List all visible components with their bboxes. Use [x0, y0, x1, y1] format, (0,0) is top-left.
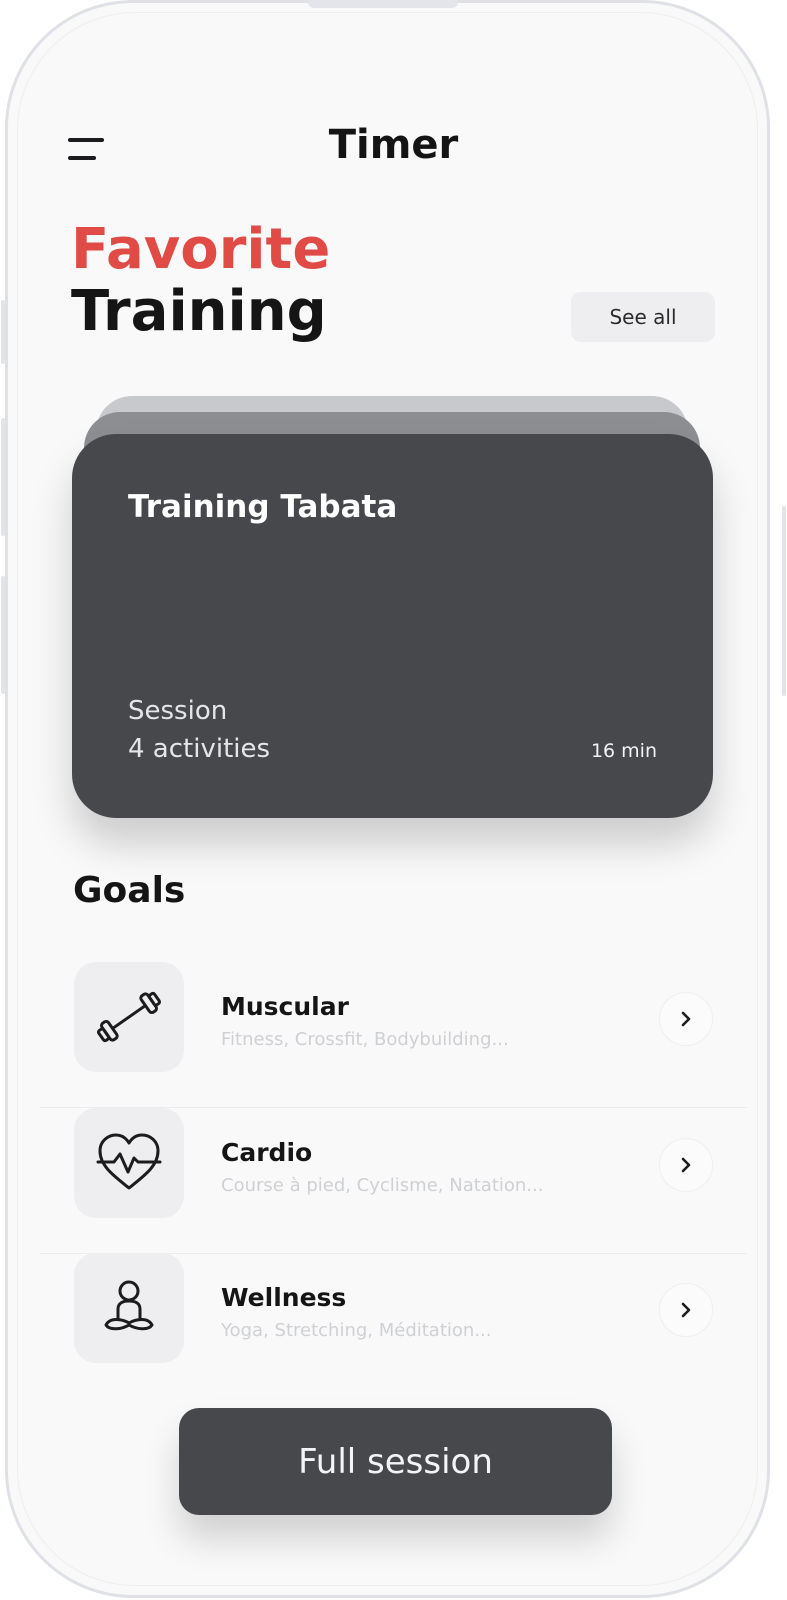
- meditation-icon: [104, 1280, 154, 1331]
- chevron-right-icon: [681, 1157, 691, 1173]
- goal-chevron-button[interactable]: [659, 1138, 713, 1192]
- goal-name: Cardio: [221, 1138, 313, 1167]
- volume-down-button: [1, 418, 5, 536]
- favorite-heading-main: Training: [71, 279, 327, 344]
- goal-name: Wellness: [221, 1283, 347, 1312]
- page-title: Timer: [328, 122, 459, 168]
- full-session-button[interactable]: Full session: [179, 1408, 612, 1515]
- card-title: Training Tabata: [128, 489, 398, 525]
- phone-screen: Timer Favorite Training See all Training…: [0, 0, 787, 1600]
- goal-item-muscular[interactable]: Muscular Fitness, Crossfit, Bodybuilding…: [40, 962, 747, 1108]
- chevron-right-icon: [681, 1011, 691, 1027]
- goal-item-cardio[interactable]: Cardio Course à pied, Cyclisme, Natation…: [40, 1108, 747, 1254]
- goal-icon-box: [74, 962, 184, 1072]
- goal-item-wellness[interactable]: Wellness Yoga, Stretching, Méditation...: [40, 1253, 747, 1399]
- goal-icon-box: [74, 1108, 184, 1218]
- goals-title: Goals: [73, 870, 186, 911]
- favorite-training-card[interactable]: Training Tabata Session 4 activities 16 …: [72, 434, 713, 818]
- card-session-info: Session 4 activities: [128, 692, 270, 768]
- card-session-label: Session: [128, 696, 228, 726]
- heart-pulse-icon: [96, 1133, 162, 1190]
- card-activities: 4 activities: [128, 734, 271, 764]
- goal-chevron-button[interactable]: [659, 992, 713, 1046]
- see-all-button[interactable]: See all: [571, 292, 715, 342]
- favorite-heading-accent: Favorite: [71, 217, 331, 282]
- goal-subtitle: Course à pied, Cyclisme, Natation...: [221, 1175, 544, 1196]
- dumbbell-icon: [96, 991, 162, 1043]
- card-duration: 16 min: [590, 740, 657, 762]
- goal-icon-box: [74, 1253, 184, 1363]
- mute-switch: [1, 576, 5, 694]
- goal-name: Muscular: [221, 992, 349, 1021]
- volume-up-button: [1, 300, 5, 364]
- goal-subtitle: Fitness, Crossfit, Bodybuilding...: [221, 1029, 509, 1050]
- power-button: [782, 506, 786, 696]
- goal-chevron-button[interactable]: [659, 1283, 713, 1337]
- chevron-right-icon: [681, 1302, 691, 1318]
- speaker-notch: [308, 0, 458, 8]
- goal-subtitle: Yoga, Stretching, Méditation...: [221, 1320, 492, 1341]
